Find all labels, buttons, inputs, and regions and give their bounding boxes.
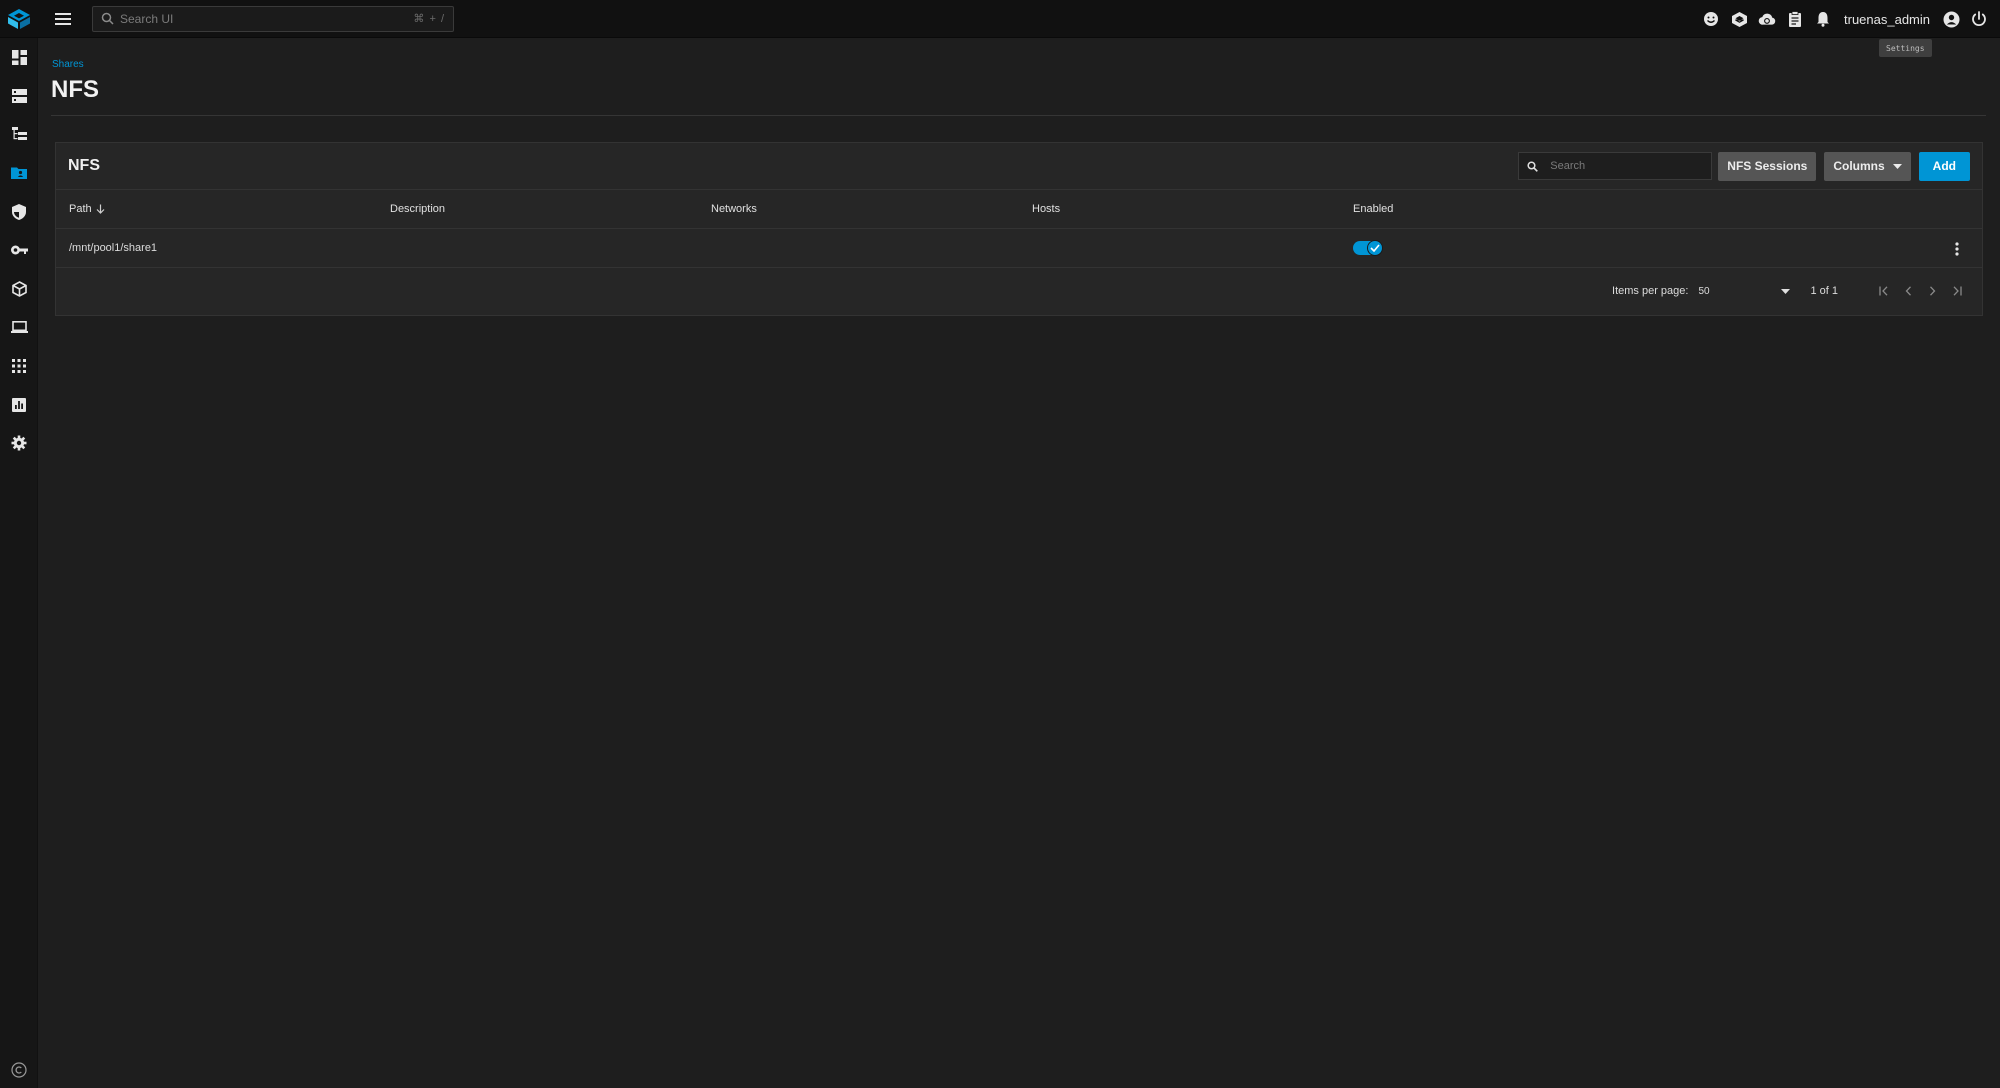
items-per-page-select[interactable]: 50 — [1698, 285, 1791, 297]
table-search-input[interactable]: Search — [1518, 152, 1713, 180]
column-header-networks[interactable]: Networks — [698, 203, 1019, 215]
sidebar-item-apps-grid[interactable] — [0, 347, 38, 386]
card-header: NFS Search NFS Sessions Columns Add — [56, 143, 1982, 190]
main-content: Shares NFS NFS Search NFS Sessions Colum… — [38, 38, 2000, 1088]
username-label[interactable]: truenas_admin — [1844, 12, 1930, 27]
account-circle-icon[interactable] — [1942, 10, 1960, 28]
column-header-enabled[interactable]: Enabled — [1340, 203, 1740, 215]
apps-icon — [11, 280, 27, 297]
table-row[interactable]: /mnt/pool1/share1 — [56, 229, 1982, 268]
sidebar-item-system[interactable] — [0, 424, 38, 463]
check-icon — [1370, 244, 1380, 252]
sidebar — [0, 38, 38, 1088]
columns-button-label: Columns — [1833, 159, 1885, 173]
table-header-row: Path Description Networks Hosts Enabled — [56, 190, 1982, 229]
copyright-button[interactable] — [0, 1062, 38, 1078]
search-icon — [1527, 160, 1539, 172]
truecommand-icon[interactable] — [1730, 10, 1748, 28]
hamburger-icon — [55, 12, 71, 25]
sidebar-item-storage[interactable] — [0, 77, 38, 116]
caret-down-icon — [1892, 163, 1902, 169]
next-page-button[interactable] — [1920, 279, 1944, 303]
notifications-bell-icon[interactable] — [1814, 10, 1832, 28]
search-icon — [101, 12, 114, 25]
credentials-icon — [10, 245, 28, 255]
sidebar-item-data-protection[interactable] — [0, 192, 38, 231]
last-page-icon — [1953, 286, 1962, 296]
nfs-sessions-button[interactable]: NFS Sessions — [1718, 151, 1817, 181]
sidebar-item-reporting[interactable] — [0, 385, 38, 424]
dashboard-icon — [11, 49, 27, 65]
sidebar-item-datasets[interactable] — [0, 115, 38, 154]
jobs-clipboard-icon[interactable] — [1786, 10, 1804, 28]
sidebar-item-credentials[interactable] — [0, 231, 38, 270]
column-header-description[interactable]: Description — [377, 203, 698, 215]
storage-icon — [11, 88, 27, 103]
title-divider — [51, 115, 1986, 116]
chevron-left-icon — [1905, 286, 1911, 296]
sort-arrow-down-icon — [96, 204, 105, 214]
column-header-path-label: Path — [69, 203, 92, 215]
toggle-knob — [1367, 240, 1383, 256]
first-page-icon — [1878, 286, 1887, 296]
datasets-icon — [11, 127, 27, 141]
sidebar-item-virtualization[interactable] — [0, 308, 38, 347]
column-header-hosts[interactable]: Hosts — [1019, 203, 1340, 215]
feedback-icon[interactable] — [1702, 10, 1720, 28]
menu-toggle-button[interactable] — [44, 0, 82, 38]
shares-icon — [11, 167, 27, 180]
top-right-toolbar: truenas_admin — [1702, 0, 1988, 38]
global-search-input[interactable]: Search UI ⌘ + / — [92, 5, 454, 32]
system-settings-icon — [11, 435, 27, 451]
card-actions: Search NFS Sessions Columns Add — [1518, 151, 1970, 181]
power-icon[interactable] — [1970, 10, 1988, 28]
sidebar-item-apps[interactable] — [0, 270, 38, 309]
nfs-shares-card: NFS Search NFS Sessions Columns Add Path… — [55, 142, 1983, 316]
page-title: NFS — [51, 76, 99, 103]
page-range-label: 1 of 1 — [1810, 285, 1838, 297]
enabled-toggle[interactable] — [1353, 240, 1383, 256]
cell-path: /mnt/pool1/share1 — [69, 242, 158, 254]
add-button[interactable]: Add — [1918, 151, 1970, 181]
breadcrumb-shares[interactable]: Shares — [52, 59, 84, 70]
column-header-path[interactable]: Path — [56, 203, 377, 215]
data-protection-icon — [12, 203, 26, 220]
cell-enabled — [1340, 240, 1740, 256]
search-shortcut-hint: ⌘ + / — [413, 13, 445, 25]
reporting-icon — [12, 397, 26, 412]
columns-button[interactable]: Columns — [1824, 151, 1911, 181]
items-per-page-label: Items per page: — [1612, 285, 1689, 297]
virtualization-icon — [10, 321, 28, 334]
global-search-placeholder: Search UI — [120, 11, 174, 26]
card-title: NFS — [68, 157, 100, 174]
truenas-logo-icon[interactable] — [0, 0, 38, 38]
previous-page-button[interactable] — [1896, 279, 1920, 303]
caret-down-icon — [1781, 288, 1791, 294]
paginator: Items per page: 50 1 of 1 — [56, 268, 1982, 314]
sidebar-item-shares[interactable] — [0, 154, 38, 193]
copyright-icon — [11, 1062, 27, 1078]
table-search-placeholder: Search — [1550, 160, 1586, 172]
more-vertical-icon — [1955, 242, 1959, 256]
top-bar: Search UI ⌘ + / truenas_admin — [0, 0, 2000, 38]
system-apps-grid-icon — [12, 359, 26, 374]
sidebar-item-dashboard[interactable] — [0, 38, 38, 77]
row-actions-button[interactable] — [1952, 241, 1962, 257]
items-per-page-value: 50 — [1698, 285, 1710, 297]
chevron-right-icon — [1929, 286, 1935, 296]
last-page-button[interactable] — [1944, 279, 1968, 303]
cloud-sync-icon[interactable] — [1758, 10, 1776, 28]
first-page-button[interactable] — [1872, 279, 1896, 303]
